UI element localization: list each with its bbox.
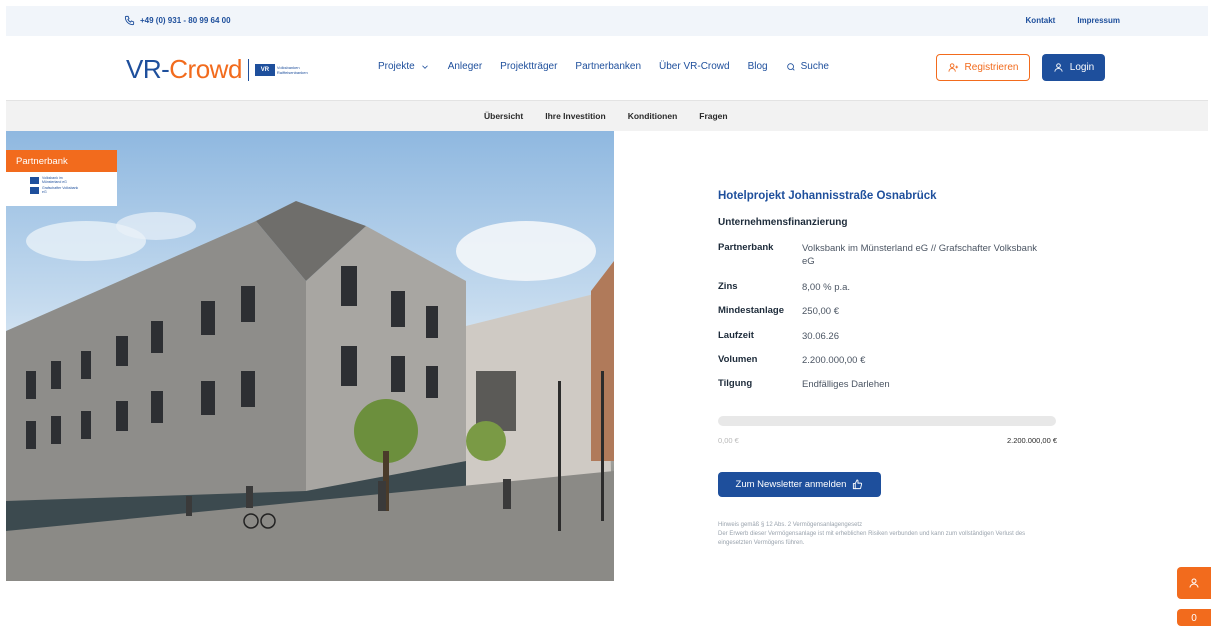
detail-key: Laufzeit xyxy=(718,330,754,341)
nav-projekte[interactable]: Projekte xyxy=(378,61,430,72)
main-nav: Projekte Anleger Projektträger Partnerba… xyxy=(378,61,829,72)
login-label: Login xyxy=(1069,62,1095,73)
floating-second-label: 0 xyxy=(1191,613,1197,624)
nav-blog[interactable]: Blog xyxy=(748,61,768,72)
legal-disclaimer: Hinweis gemäß § 12 Abs. 2 Vermögensanlag… xyxy=(718,521,1048,548)
partner-badge-label: Partnerbank xyxy=(6,150,117,172)
detail-value: 2.200.000,00 € xyxy=(802,355,866,366)
detail-key: Tilgung xyxy=(718,378,753,389)
detail-value: 250,00 € xyxy=(802,306,839,317)
nav-anleger[interactable]: Anleger xyxy=(448,61,482,72)
tab-fragen[interactable]: Fragen xyxy=(699,111,727,121)
logo-separator xyxy=(247,58,249,81)
funding-progress-min: 0,00 € xyxy=(718,436,739,445)
project-info: Hotelprojekt Johannisstraße Osnabrück Un… xyxy=(718,190,1058,390)
partner-bank-badge: Partnerbank Volksbank im Münsterland eG … xyxy=(6,150,117,206)
project-title: Hotelprojekt Johannisstraße Osnabrück xyxy=(718,190,937,202)
floating-user-button[interactable] xyxy=(1177,567,1211,599)
logo-brand: VR-Crowd xyxy=(126,54,242,85)
phone-icon xyxy=(124,15,135,26)
nav-suche[interactable]: Suche xyxy=(786,61,829,72)
detail-key: Mindestanlage xyxy=(718,305,784,316)
nav-projekte-label: Projekte xyxy=(378,61,415,72)
tab-ihre-investition[interactable]: Ihre Investition xyxy=(545,111,605,121)
login-button[interactable]: Login xyxy=(1042,54,1105,81)
user-icon xyxy=(1189,578,1199,588)
newsletter-label: Zum Newsletter anmelden xyxy=(735,479,847,490)
funding-progress-bar xyxy=(718,416,1056,426)
funding-progress-max: 2.200.000,00 € xyxy=(1006,436,1057,445)
nav-projekttraeger[interactable]: Projektträger xyxy=(500,61,557,72)
user-icon xyxy=(1054,63,1063,72)
disclaimer-text: Der Erwerb dieser Vermögensanlage ist mi… xyxy=(718,531,1026,546)
register-button[interactable]: Registrieren xyxy=(936,54,1030,81)
project-subtitle: Unternehmensfinanzierung xyxy=(718,217,848,228)
impressum-link[interactable]: Impressum xyxy=(1077,16,1120,25)
partner-badge-logos: Volksbank im Münsterland eG Grafschafter… xyxy=(6,172,117,206)
phone-link[interactable]: +49 (0) 931 - 80 99 64 00 xyxy=(124,15,231,26)
detail-key: Volumen xyxy=(718,354,758,365)
main-header: VR-Crowd VR Volksbanken Raiffeisenbanken… xyxy=(6,36,1208,100)
newsletter-button[interactable]: Zum Newsletter anmelden xyxy=(718,472,881,497)
detail-value: 8,00 % p.a. xyxy=(802,282,851,293)
tab-konditionen[interactable]: Konditionen xyxy=(628,111,678,121)
detail-key: Zins xyxy=(718,281,738,292)
phone-number: +49 (0) 931 - 80 99 64 00 xyxy=(140,16,231,25)
floating-second-button[interactable]: 0 xyxy=(1177,609,1211,626)
partner-bank-logo: Grafschafter Volksbank eG xyxy=(30,186,117,194)
disclaimer-title: Hinweis gemäß § 12 Abs. 2 Vermögensanlag… xyxy=(718,522,863,528)
partner-bank-name: Volksbank im Münsterland eG xyxy=(42,176,67,184)
detail-value: Volksbank im Münsterland eG // Grafschaf… xyxy=(802,243,1037,267)
vr-logo-icon xyxy=(30,186,39,194)
vr-logo-icon xyxy=(30,176,39,184)
register-label: Registrieren xyxy=(964,62,1019,73)
detail-value: Endfälliges Darlehen xyxy=(802,379,890,390)
nav-suche-label: Suche xyxy=(800,61,829,72)
nav-partnerbanken[interactable]: Partnerbanken xyxy=(575,61,641,72)
kontakt-link[interactable]: Kontakt xyxy=(1026,16,1056,25)
vr-bank-mark: VR Volksbanken Raiffeisenbanken xyxy=(254,63,321,76)
vr-logo-icon: VR xyxy=(254,63,275,76)
detail-key: Partnerbank xyxy=(718,242,774,253)
chevron-down-icon xyxy=(421,64,428,69)
partner-bank-logo: Volksbank im Münsterland eG xyxy=(30,176,117,184)
vr-logo-text: Volksbanken Raiffeisenbanken xyxy=(276,64,308,75)
project-subnav: Übersicht Ihre Investition Konditionen F… xyxy=(6,100,1208,131)
partner-bank-name: Grafschafter Volksbank eG xyxy=(42,186,79,194)
top-bar: +49 (0) 931 - 80 99 64 00 Kontakt Impres… xyxy=(6,6,1208,36)
detail-value: 30.06.26 xyxy=(802,331,839,342)
logo-crowd: Crowd xyxy=(169,54,242,84)
nav-ueber-vr-crowd[interactable]: Über VR-Crowd xyxy=(659,61,730,72)
add-user-icon xyxy=(947,63,958,72)
thumbs-up-icon xyxy=(853,479,863,490)
tab-uebersicht[interactable]: Übersicht xyxy=(484,111,523,121)
logo-vr: VR- xyxy=(126,54,170,84)
vr-crowd-logo[interactable]: VR-Crowd VR Volksbanken Raiffeisenbanken xyxy=(126,54,321,85)
search-icon xyxy=(786,62,795,71)
